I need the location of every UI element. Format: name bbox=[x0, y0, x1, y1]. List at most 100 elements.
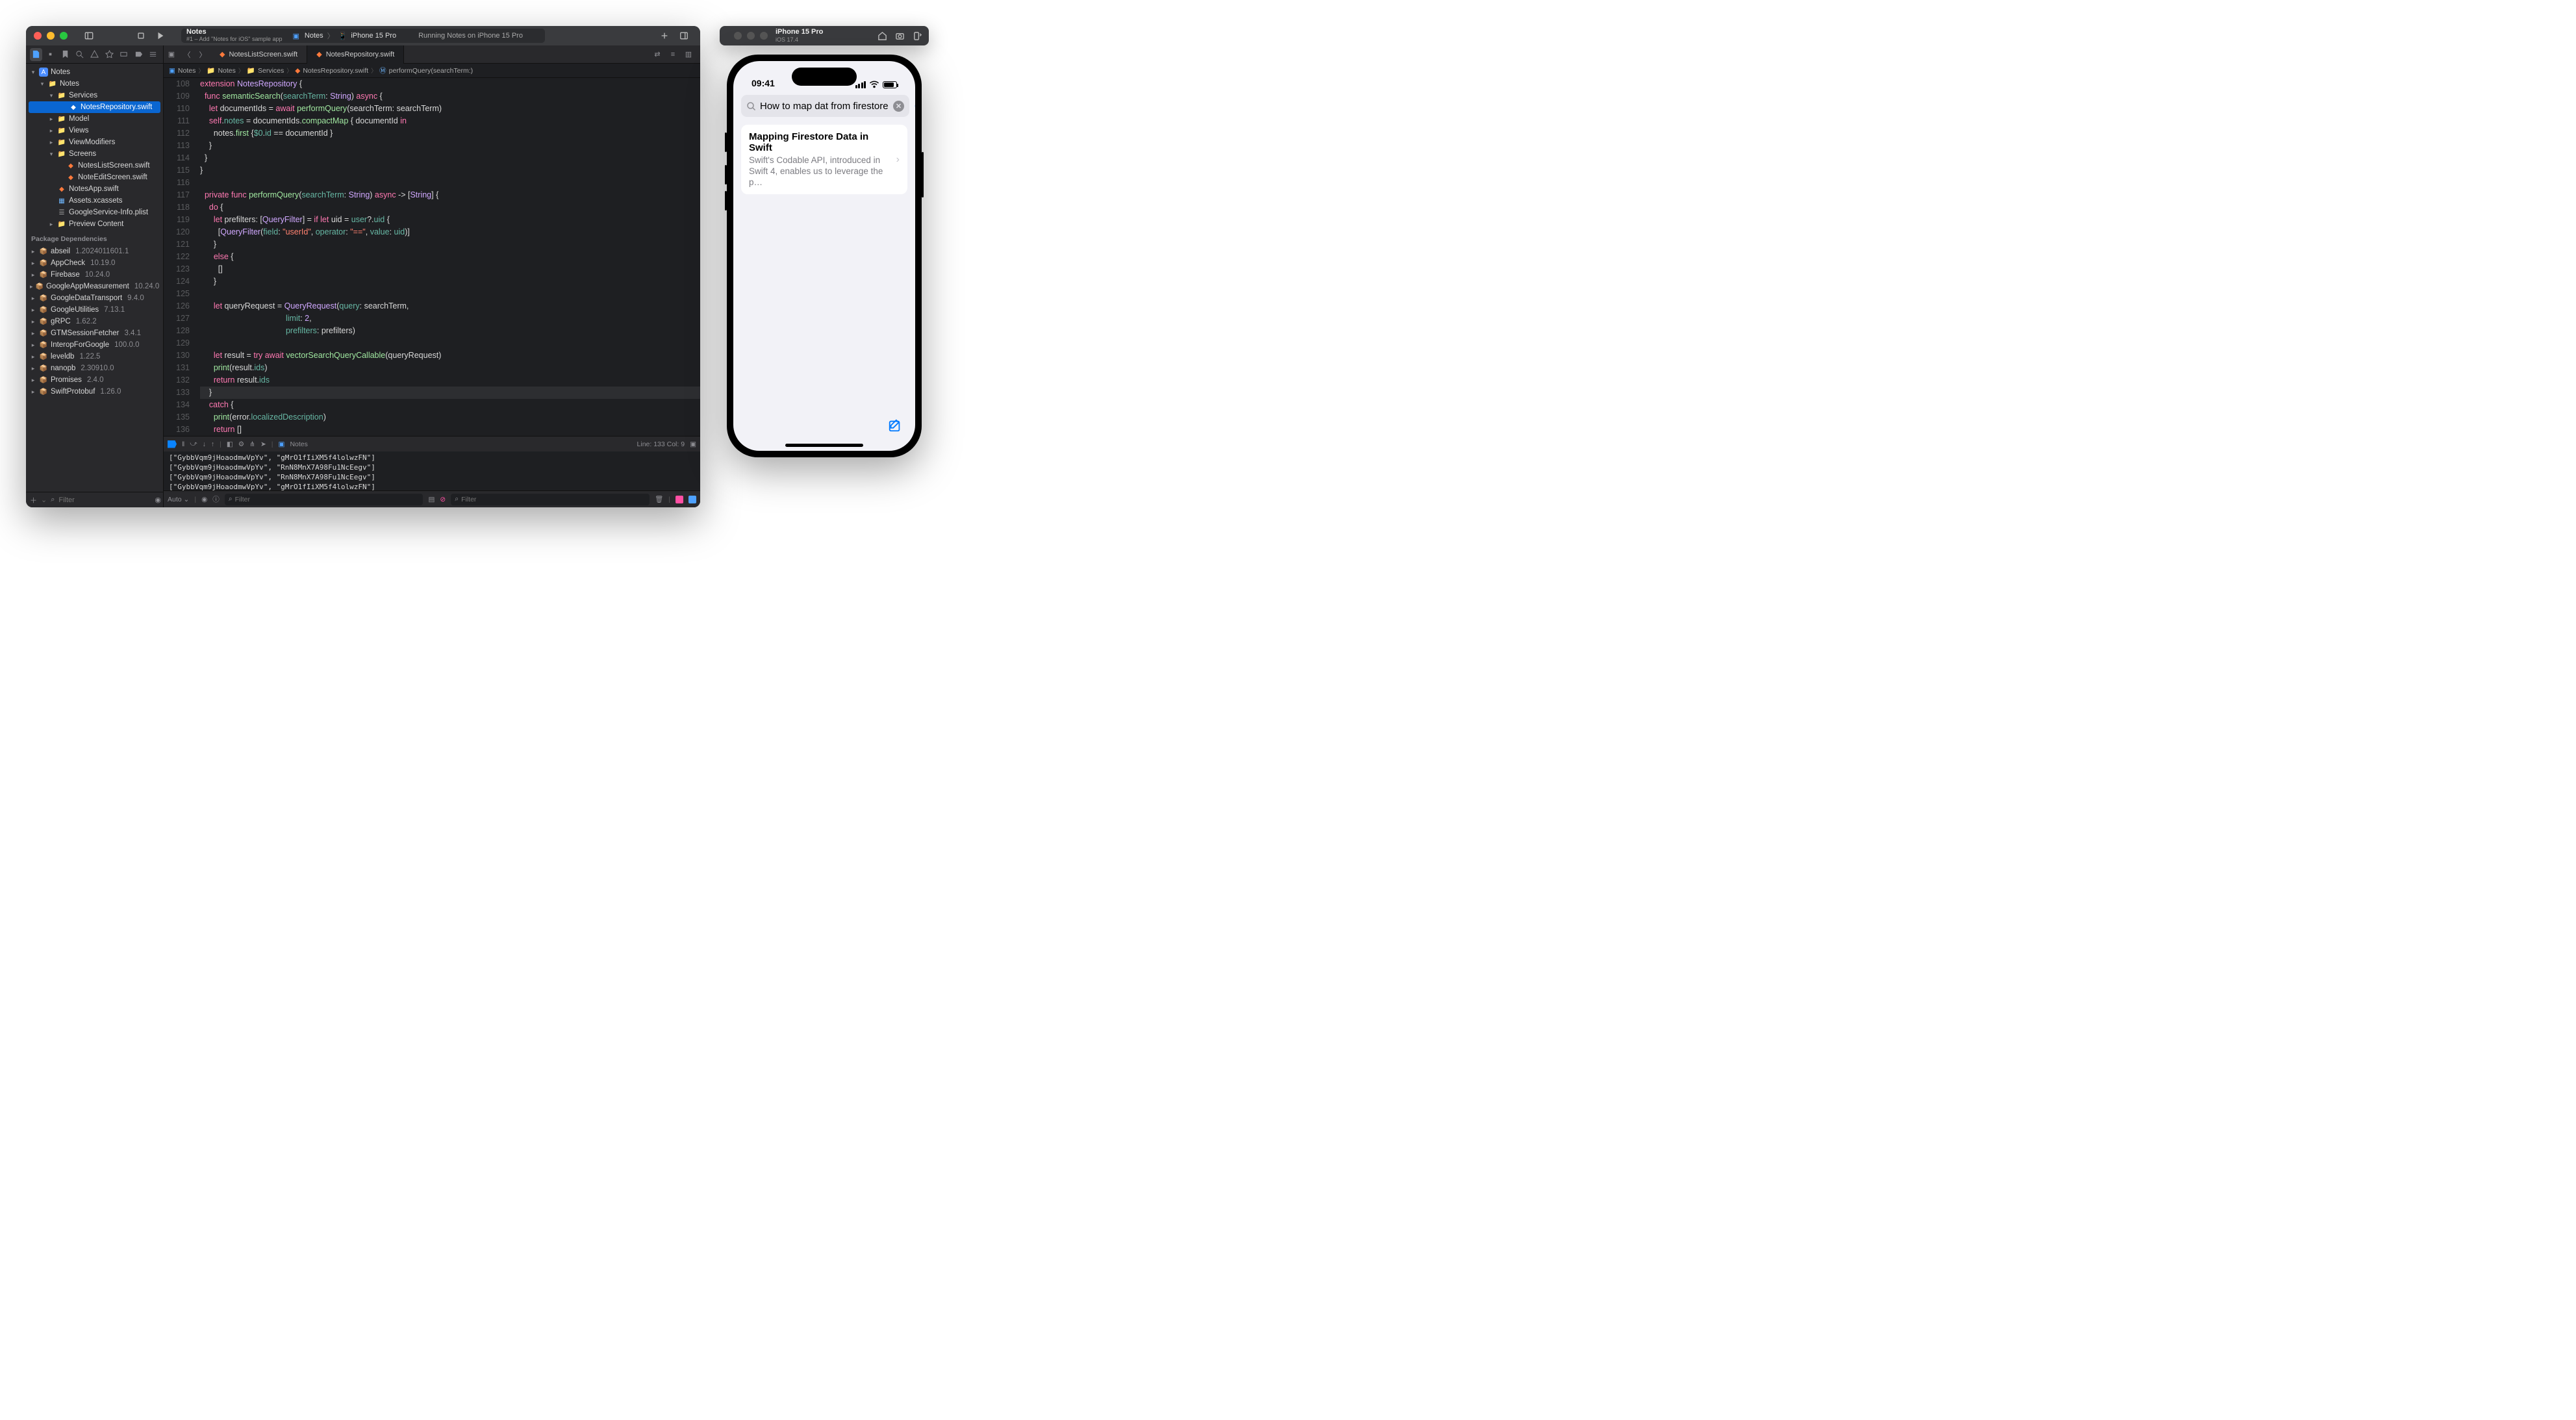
tree-row[interactable]: ▾📁Notes bbox=[26, 78, 163, 90]
filter-recent-icon[interactable]: ◉ bbox=[155, 496, 161, 504]
tree-row[interactable]: ◆NotesListScreen.swift bbox=[26, 160, 163, 171]
left-pane-toggle[interactable] bbox=[676, 496, 683, 503]
run-button[interactable] bbox=[152, 29, 169, 43]
gutter[interactable]: 1081091101111121131141151161171181191201… bbox=[164, 78, 196, 436]
breakpoint-toggle-icon[interactable] bbox=[168, 440, 177, 448]
tree-row[interactable]: ◆NoteEditScreen.swift bbox=[26, 171, 163, 183]
package-row[interactable]: ▸📦GTMSessionFetcher 3.4.1 bbox=[26, 327, 163, 339]
issue-navigator-tab[interactable] bbox=[88, 48, 101, 61]
editor-options-icon[interactable]: ≡ bbox=[665, 47, 681, 62]
source-control-navigator-tab[interactable] bbox=[45, 48, 57, 61]
search-result-row[interactable]: Mapping Firestore Data in Swift Swift's … bbox=[741, 125, 907, 194]
debug-location-icon[interactable]: ➤ bbox=[260, 440, 266, 448]
screenshot-icon[interactable] bbox=[895, 31, 905, 41]
jumpbar-segment[interactable]: 📁 Services bbox=[247, 66, 284, 75]
clear-search-icon[interactable]: ✕ bbox=[893, 101, 904, 112]
jumpbar-segment[interactable]: ▣ Notes bbox=[169, 67, 196, 75]
package-row[interactable]: ▸📦GoogleUtilities 7.13.1 bbox=[26, 304, 163, 316]
minimap-toggle-icon[interactable]: ⇄ bbox=[650, 47, 665, 62]
tree-row[interactable]: ▸📁Model bbox=[26, 113, 163, 125]
package-row[interactable]: ▸📦InteropForGoogle 100.0.0 bbox=[26, 339, 163, 351]
stop-button[interactable] bbox=[133, 29, 149, 43]
debug-console[interactable]: ["GybbVqm9jHoaodmwVpYv", "gMrO1fIiXM5f4l… bbox=[164, 451, 700, 490]
console-filter-input[interactable] bbox=[461, 496, 513, 503]
step-out-icon[interactable]: ↑ bbox=[211, 440, 214, 448]
package-row[interactable]: ▸📦gRPC 1.62.2 bbox=[26, 316, 163, 327]
variables-filter-input[interactable] bbox=[235, 496, 287, 503]
tree-row[interactable]: ▾📁Screens bbox=[26, 148, 163, 160]
debug-navigator-tab[interactable] bbox=[118, 48, 130, 61]
editor-tab[interactable]: ◆NotesListScreen.swift bbox=[210, 45, 307, 64]
find-navigator-tab[interactable] bbox=[74, 48, 86, 61]
sim-zoom-icon[interactable] bbox=[760, 32, 768, 40]
tree-row[interactable]: ☰GoogleService-Info.plist bbox=[26, 207, 163, 218]
forward-button[interactable]: 〉 bbox=[195, 47, 210, 62]
tree-row[interactable]: ▸📁Preview Content bbox=[26, 218, 163, 230]
debug-threads-icon[interactable]: ⋔ bbox=[249, 440, 255, 448]
jumpbar-segment[interactable]: ◆ NotesRepository.swift bbox=[295, 67, 368, 75]
minimize-window-icon[interactable] bbox=[47, 32, 55, 40]
package-row[interactable]: ▸📦Firebase 10.24.0 bbox=[26, 269, 163, 281]
step-into-icon[interactable]: ↓ bbox=[203, 440, 206, 448]
navigator-filter-input[interactable] bbox=[58, 496, 151, 504]
package-row[interactable]: ▸📦GoogleDataTransport 9.4.0 bbox=[26, 292, 163, 304]
activity-view[interactable]: Notes #1 – Add "Notes for iOS" sample ap… bbox=[181, 29, 545, 43]
toggle-left-panel-button[interactable] bbox=[81, 29, 97, 43]
source-code[interactable]: extension NotesRepository { func semanti… bbox=[196, 78, 700, 436]
destination-label[interactable]: iPhone 15 Pro bbox=[351, 32, 396, 40]
right-pane-toggle[interactable] bbox=[688, 496, 696, 503]
scheme-label[interactable]: Notes bbox=[305, 32, 323, 40]
add-file-icon[interactable]: ＋ bbox=[30, 495, 37, 505]
report-navigator-tab[interactable] bbox=[147, 48, 160, 61]
eye-icon[interactable]: ◉ bbox=[201, 496, 207, 503]
breakpoint-navigator-tab[interactable] bbox=[133, 48, 145, 61]
tree-row[interactable]: ▸📁ViewModifiers bbox=[26, 136, 163, 148]
close-window-icon[interactable] bbox=[34, 32, 42, 40]
jumpbar-segment[interactable]: Ⓜ performQuery(searchTerm:) bbox=[379, 66, 473, 75]
search-input[interactable] bbox=[760, 101, 889, 112]
home-indicator[interactable] bbox=[785, 444, 863, 447]
add-editor-icon[interactable]: ▥ bbox=[681, 47, 696, 62]
sim-minimize-icon[interactable] bbox=[747, 32, 755, 40]
tree-row[interactable]: ▸📁Views bbox=[26, 125, 163, 136]
back-button[interactable]: 〈 bbox=[179, 47, 195, 62]
editor-tab[interactable]: ◆NotesRepository.swift bbox=[307, 45, 404, 64]
tree-row[interactable]: ▾📁Services bbox=[26, 90, 163, 101]
jump-bar[interactable]: ▣ Notes〉📁 Notes〉📁 Services〉◆ NotesReposi… bbox=[164, 64, 700, 78]
profile-icon[interactable]: ⊘ bbox=[440, 496, 446, 503]
tree-row[interactable]: ◆NotesApp.swift bbox=[26, 183, 163, 195]
code-editor[interactable]: 1081091101111121131141151161171181191201… bbox=[164, 78, 700, 436]
tree-row[interactable]: ▾ANotes bbox=[26, 66, 163, 78]
package-row[interactable]: ▸📦leveldb 1.22.5 bbox=[26, 351, 163, 362]
package-row[interactable]: ▸📦nanopb 2.30910.0 bbox=[26, 362, 163, 374]
debug-memory-icon[interactable]: ⚙ bbox=[238, 440, 244, 448]
step-over-icon[interactable]: ⤻ bbox=[190, 440, 197, 448]
tree-row[interactable]: ◆NotesRepository.swift bbox=[29, 101, 160, 113]
trash-icon[interactable]: 🗑 bbox=[655, 495, 663, 503]
zoom-window-icon[interactable] bbox=[60, 32, 68, 40]
sim-close-icon[interactable] bbox=[734, 32, 742, 40]
tree-row[interactable]: ▦Assets.xcassets bbox=[26, 195, 163, 207]
project-navigator-tab[interactable] bbox=[30, 48, 42, 61]
compose-button[interactable] bbox=[888, 418, 902, 433]
package-row[interactable]: ▸📦GoogleAppMeasurement 10.24.0 bbox=[26, 281, 163, 292]
info-icon[interactable]: ⓘ bbox=[212, 494, 220, 504]
jumpbar-segment[interactable]: 📁 Notes bbox=[207, 66, 236, 75]
package-row[interactable]: ▸📦Promises 2.4.0 bbox=[26, 374, 163, 386]
package-row[interactable]: ▸📦abseil 1.2024011601.1 bbox=[26, 246, 163, 257]
test-navigator-tab[interactable] bbox=[103, 48, 116, 61]
minimap-toggle-icon[interactable]: ▣ bbox=[690, 440, 696, 448]
package-row[interactable]: ▸📦AppCheck 10.19.0 bbox=[26, 257, 163, 269]
expressions-icon[interactable]: ▤ bbox=[428, 496, 435, 503]
project-tree[interactable]: ▾ANotes▾📁Notes▾📁Services◆NotesRepository… bbox=[26, 64, 163, 492]
rotate-icon[interactable] bbox=[913, 31, 922, 41]
related-items-icon[interactable]: ▣ bbox=[164, 47, 179, 62]
pause-icon[interactable]: ‖ bbox=[182, 440, 184, 448]
package-row[interactable]: ▸📦SwiftProtobuf 1.26.0 bbox=[26, 386, 163, 398]
home-icon[interactable] bbox=[878, 31, 887, 41]
search-box[interactable]: ✕ bbox=[741, 95, 909, 117]
add-button[interactable] bbox=[656, 29, 673, 43]
bookmarks-navigator-tab[interactable] bbox=[59, 48, 71, 61]
debug-view-icon[interactable]: ◧ bbox=[227, 440, 233, 448]
library-button[interactable] bbox=[676, 29, 692, 43]
